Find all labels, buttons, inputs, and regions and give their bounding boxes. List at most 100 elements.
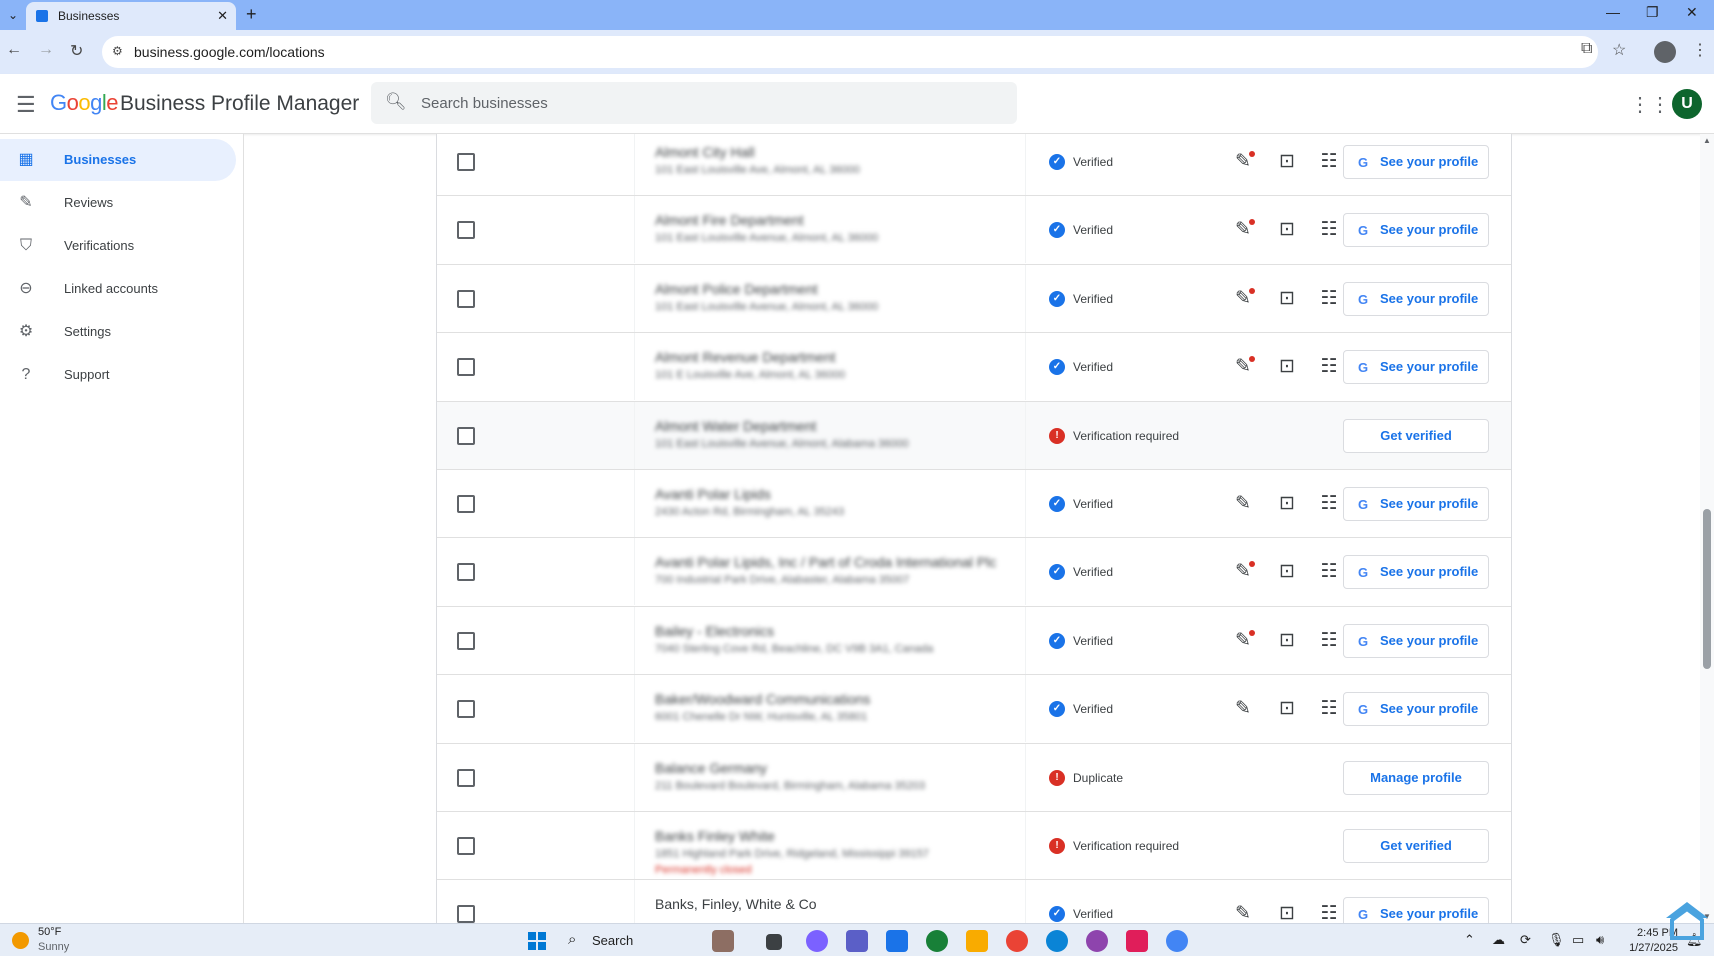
- edit-profile-icon[interactable]: ✎: [1229, 285, 1257, 313]
- profile-action-button[interactable]: Get verified: [1343, 828, 1489, 863]
- onedrive-icon[interactable]: ☁: [1492, 932, 1505, 948]
- windows-start-icon[interactable]: [528, 932, 546, 950]
- row-checkbox[interactable]: [457, 289, 475, 308]
- add-update-icon[interactable]: ☷: [1315, 490, 1343, 518]
- business-name[interactable]: Banks Finley White: [655, 828, 775, 844]
- taskbar-search-label[interactable]: Search: [592, 933, 633, 948]
- business-row[interactable]: Baker/Woodward Communications 6001 Chenel…: [437, 675, 1511, 744]
- tab-search-icon[interactable]: ⌄: [4, 6, 22, 24]
- add-update-icon[interactable]: ☷: [1315, 695, 1343, 723]
- sidebar-item-settings[interactable]: ⚙ Settings: [0, 311, 236, 353]
- tray-chevron-icon[interactable]: ⌃: [1464, 932, 1475, 948]
- business-name[interactable]: Bailey - Electronics: [655, 623, 774, 639]
- business-name[interactable]: Almont Revenue Department: [655, 349, 836, 365]
- slack-icon[interactable]: [1126, 930, 1148, 952]
- store-app-icon[interactable]: [886, 930, 908, 952]
- business-row[interactable]: Avanti Polar Lipids, Inc / Part of Croda…: [437, 538, 1511, 607]
- row-checkbox[interactable]: [457, 563, 475, 582]
- edit-profile-icon[interactable]: ✎: [1229, 627, 1257, 655]
- business-name[interactable]: Almont City Hall: [655, 144, 755, 160]
- add-photo-icon[interactable]: ⊡: [1273, 558, 1301, 586]
- messenger-icon[interactable]: [1086, 930, 1108, 952]
- business-row[interactable]: Almont Fire Department 101 East Louisvill…: [437, 196, 1511, 265]
- browser-menu-icon[interactable]: ⋮: [1692, 40, 1708, 60]
- add-photo-icon[interactable]: ⊡: [1273, 148, 1301, 176]
- profile-action-button[interactable]: G See your profile: [1343, 555, 1489, 590]
- business-row[interactable]: Banks, Finley, White & Co ✓ Verified ✎ ⊡ ☷ G Se…: [437, 880, 1511, 923]
- restore-icon[interactable]: ❐: [1646, 4, 1659, 21]
- business-row[interactable]: Almont Police Department 101 East Louisvi…: [437, 264, 1511, 334]
- add-update-icon[interactable]: ☷: [1315, 900, 1343, 923]
- app-w-icon[interactable]: [926, 930, 948, 952]
- profile-action-button[interactable]: G See your profile: [1343, 897, 1489, 923]
- business-name[interactable]: Almont Police Department: [655, 281, 818, 297]
- browser-profile-icon[interactable]: [1654, 41, 1676, 63]
- profile-action-button[interactable]: Manage profile: [1343, 760, 1489, 795]
- taskbar-search-icon[interactable]: ⌕: [568, 931, 576, 948]
- search-box[interactable]: 🔍︎: [371, 82, 1017, 124]
- scrollbar-thumb[interactable]: [1703, 509, 1711, 669]
- add-update-icon[interactable]: ☷: [1315, 627, 1343, 655]
- edit-profile-icon[interactable]: ✎: [1229, 353, 1257, 381]
- row-checkbox[interactable]: [457, 494, 475, 513]
- copilot-icon[interactable]: [806, 930, 828, 952]
- business-row[interactable]: Banks Finley White 1851 Highland Park Dri…: [437, 811, 1511, 881]
- business-row[interactable]: Almont Water Department 101 East Louisvil…: [437, 401, 1511, 470]
- install-app-icon[interactable]: ⧉: [1581, 40, 1592, 58]
- sidebar-item-linked-accounts[interactable]: ⊖ Linked accounts: [0, 268, 236, 310]
- profile-action-button[interactable]: G See your profile: [1343, 145, 1489, 179]
- add-photo-icon[interactable]: ⊡: [1273, 490, 1301, 518]
- row-checkbox[interactable]: [457, 153, 475, 171]
- edit-profile-icon[interactable]: ✎: [1229, 900, 1257, 923]
- task-view-icon[interactable]: [766, 934, 782, 950]
- scroll-up-icon[interactable]: ▲: [1703, 136, 1711, 145]
- reload-icon[interactable]: ↻: [70, 41, 83, 61]
- profile-action-button[interactable]: Get verified: [1343, 418, 1489, 453]
- profile-action-button[interactable]: G See your profile: [1343, 281, 1489, 316]
- edit-profile-icon[interactable]: ✎: [1229, 216, 1257, 244]
- close-window-icon[interactable]: ✕: [1686, 4, 1698, 21]
- weather-condition[interactable]: Sunny: [38, 941, 69, 953]
- taskbar-app-icon[interactable]: [712, 930, 734, 952]
- google-logo[interactable]: Google: [50, 90, 119, 116]
- add-photo-icon[interactable]: ⊡: [1273, 627, 1301, 655]
- add-photo-icon[interactable]: ⊡: [1273, 695, 1301, 723]
- business-name[interactable]: Avanti Polar Lipids, Inc / Part of Croda…: [655, 554, 996, 570]
- business-row[interactable]: Avanti Polar Lipids 2430 Acton Rd, Birmin…: [437, 469, 1511, 539]
- business-name[interactable]: Almont Fire Department: [655, 212, 804, 228]
- chrome-profile-icon[interactable]: [1166, 930, 1188, 952]
- add-update-icon[interactable]: ☷: [1315, 285, 1343, 313]
- account-avatar[interactable]: U: [1672, 89, 1702, 119]
- sidebar-item-verifications[interactable]: ⛉ Verifications: [0, 225, 236, 267]
- tray-app-icon[interactable]: ⟳: [1520, 932, 1531, 948]
- teams-icon[interactable]: [846, 930, 868, 952]
- row-checkbox[interactable]: [457, 631, 475, 650]
- taskbar-date[interactable]: 1/27/2025: [1618, 942, 1678, 954]
- add-update-icon[interactable]: ☷: [1315, 558, 1343, 586]
- network-icon[interactable]: ▭: [1572, 932, 1584, 948]
- profile-action-button[interactable]: G See your profile: [1343, 623, 1489, 658]
- main-menu-icon[interactable]: ☰: [16, 92, 36, 118]
- page-scrollbar[interactable]: ▲ ▼: [1700, 134, 1714, 923]
- business-name[interactable]: Almont Water Department: [655, 418, 816, 434]
- minimize-icon[interactable]: —: [1606, 4, 1620, 20]
- row-checkbox[interactable]: [457, 358, 475, 377]
- edit-profile-icon[interactable]: ✎: [1229, 558, 1257, 586]
- profile-action-button[interactable]: G See your profile: [1343, 350, 1489, 385]
- add-photo-icon[interactable]: ⊡: [1273, 216, 1301, 244]
- business-name[interactable]: Banks, Finley, White & Co: [655, 896, 817, 912]
- bookmark-star-icon[interactable]: ☆: [1612, 40, 1626, 60]
- profile-action-button[interactable]: G See your profile: [1343, 486, 1489, 521]
- business-row[interactable]: Almont Revenue Department 101 E Louisvill…: [437, 333, 1511, 402]
- chrome-icon[interactable]: [1006, 930, 1028, 952]
- volume-icon[interactable]: 🔊︎: [1596, 932, 1604, 948]
- business-name[interactable]: Baker/Woodward Communications: [655, 691, 870, 707]
- business-name[interactable]: Balance Germany: [655, 760, 767, 776]
- business-row[interactable]: Bailey - Electronics 7040 Sterling Cove R…: [437, 606, 1511, 676]
- weather-temperature[interactable]: 50°F: [38, 926, 61, 938]
- business-row[interactable]: Balance Germany 211 Boulevard Boulevard, …: [437, 743, 1511, 812]
- row-checkbox[interactable]: [457, 905, 475, 923]
- edge-icon[interactable]: [1046, 930, 1068, 952]
- business-row[interactable]: Almont City Hall 101 East Louisville Ave,…: [437, 134, 1511, 197]
- profile-action-button[interactable]: G See your profile: [1343, 692, 1489, 727]
